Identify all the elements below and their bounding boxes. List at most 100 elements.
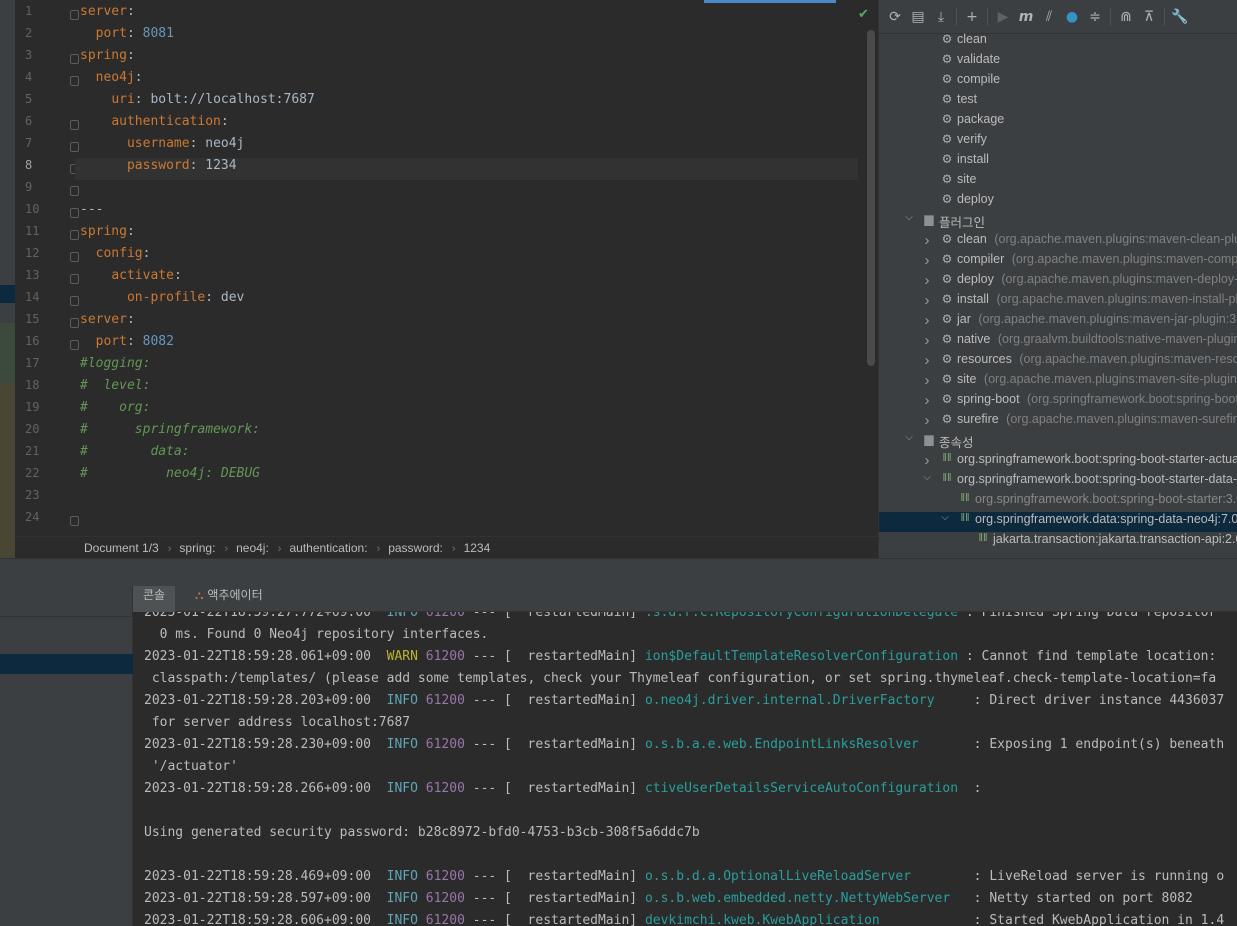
fold-marker-icon[interactable] — [70, 516, 79, 526]
plugin-jar[interactable]: › ⚙ jar (org.apache.maven.plugins:maven-ja… — [879, 312, 1237, 332]
fold-marker-icon[interactable] — [70, 186, 79, 196]
chevron-down-icon[interactable]: ⌵ — [903, 212, 915, 223]
fold-marker-icon[interactable] — [70, 142, 79, 152]
tab-actuator[interactable]: ⛬ 액추에이터 — [185, 586, 273, 612]
fold-marker-icon[interactable] — [70, 274, 79, 284]
lifecycle-goal-verify[interactable]: ⚙ verify — [879, 132, 1237, 152]
breadcrumb-item[interactable]: neo4j: — [236, 541, 269, 555]
dependency-item[interactable]: ⌵ ‖‖ org.springframework.boot:spring-boot-… — [879, 472, 1237, 492]
tab-console[interactable]: 콘솔 — [133, 586, 176, 612]
code-line[interactable]: server: — [80, 312, 858, 334]
code-line[interactable]: # springframework: — [80, 422, 858, 444]
editor-scrollbar[interactable] — [867, 30, 875, 366]
add-folder-icon[interactable]: ▤ — [908, 6, 928, 28]
code-line[interactable]: spring: — [80, 48, 858, 70]
settings-wrench-icon[interactable]: 🔧 — [1170, 6, 1190, 28]
code-area[interactable]: server: port: 8081 spring: neo4j: uri: bo… — [75, 4, 858, 532]
breadcrumb-item[interactable]: Document 1/3 — [84, 541, 159, 555]
dependency-item[interactable]: › ‖‖ org.springframework.boot:spring-boot-… — [879, 452, 1237, 472]
lifecycle-goal-compile[interactable]: ⚙ compile — [879, 72, 1237, 92]
code-line[interactable] — [80, 180, 858, 202]
reload-icon[interactable]: ⟳ — [885, 6, 905, 28]
inspection-ok-icon[interactable]: ✔ — [858, 8, 872, 22]
code-line[interactable]: activate: — [80, 268, 858, 290]
chevron-right-icon[interactable]: › — [921, 352, 933, 369]
breadcrumb-item[interactable]: 1234 — [464, 541, 491, 555]
fold-marker-icon[interactable] — [70, 318, 79, 328]
dependency-item[interactable]: ⌵ ‖‖ org.springframework.data:spring-data-… — [879, 512, 1237, 532]
panel-divider[interactable] — [0, 558, 1237, 586]
dependencies-folder[interactable]: ⌵ ▆ 종속성 — [879, 432, 1237, 452]
chevron-down-icon[interactable]: ⌵ — [921, 472, 933, 483]
code-line[interactable]: password: 1234 — [75, 158, 858, 180]
code-line[interactable]: authentication: — [80, 114, 858, 136]
code-line[interactable]: port: 8082 — [80, 334, 858, 356]
code-line[interactable]: # neo4j: DEBUG — [80, 466, 858, 488]
code-line[interactable]: --- — [80, 202, 858, 224]
code-editor[interactable]: ✔ 1 2 3 4 5 6 7 8 9 10 11 12 13 14 15 16 17 18 19 20 21 22 23 2… — [15, 0, 878, 536]
breadcrumb-item[interactable]: password: — [388, 541, 443, 555]
chevron-right-icon[interactable]: › — [921, 312, 933, 329]
lifecycle-goal-clean[interactable]: ⚙ clean — [879, 32, 1237, 52]
chevron-right-icon[interactable]: › — [921, 452, 933, 469]
fold-marker-icon[interactable] — [70, 252, 79, 262]
plugin-surefire[interactable]: › ⚙ surefire (org.apache.maven.plugins:mav… — [879, 412, 1237, 432]
breadcrumb-item[interactable]: spring: — [179, 541, 215, 555]
code-line[interactable]: spring: — [80, 224, 858, 246]
fold-marker-icon[interactable] — [70, 230, 79, 240]
lifecycle-goal-install[interactable]: ⚙ install — [879, 152, 1237, 172]
lifecycle-goal-site[interactable]: ⚙ site — [879, 172, 1237, 192]
code-line[interactable] — [80, 510, 858, 532]
chevron-right-icon[interactable]: › — [921, 232, 933, 249]
breadcrumb-item[interactable]: authentication: — [289, 541, 367, 555]
plugin-site[interactable]: › ⚙ site (org.apache.maven.plugins:maven-s… — [879, 372, 1237, 392]
plugin-compiler[interactable]: › ⚙ compiler (org.apache.maven.plugins:mav… — [879, 252, 1237, 272]
dependency-item[interactable]: ‖‖ org.springframework.boot:spring-boot-s… — [879, 492, 1237, 512]
code-line[interactable]: server: — [80, 4, 858, 26]
dependency-item[interactable]: ‖‖ jakarta.transaction:jakarta.transactio… — [879, 532, 1237, 552]
selected-service-row[interactable] — [0, 654, 133, 674]
chevron-right-icon[interactable]: › — [921, 332, 933, 349]
run-icon[interactable]: ▶ — [993, 6, 1013, 28]
skip-tests-icon[interactable]: ● — [1062, 6, 1082, 28]
code-line[interactable]: port: 8081 — [80, 26, 858, 48]
code-line[interactable]: config: — [80, 246, 858, 268]
chevron-down-icon[interactable]: ⌵ — [939, 512, 951, 523]
lifecycle-goal-deploy[interactable]: ⚙ deploy — [879, 192, 1237, 212]
code-line[interactable] — [80, 488, 858, 510]
plugin-deploy[interactable]: › ⚙ deploy (org.apache.maven.plugins:maven… — [879, 272, 1237, 292]
chevron-down-icon[interactable]: ⌵ — [903, 432, 915, 443]
chevron-right-icon[interactable]: › — [921, 252, 933, 269]
code-line[interactable]: # org: — [80, 400, 858, 422]
download-icon[interactable]: ⤓ — [931, 6, 951, 28]
lifecycle-goal-validate[interactable]: ⚙ validate — [879, 52, 1237, 72]
chevron-right-icon[interactable]: › — [921, 292, 933, 309]
plugin-resources[interactable]: › ⚙ resources (org.apache.maven.plugins:ma… — [879, 352, 1237, 372]
lifecycle-goal-package[interactable]: ⚙ package — [879, 112, 1237, 132]
plugin-install[interactable]: › ⚙ install (org.apache.maven.plugins:mave… — [879, 292, 1237, 312]
show-diagram-icon[interactable]: ⊼ — [1139, 6, 1159, 28]
chevron-right-icon[interactable]: › — [921, 392, 933, 409]
add-icon[interactable]: + — [962, 6, 982, 28]
code-line[interactable]: neo4j: — [80, 70, 858, 92]
fold-marker-icon[interactable] — [70, 54, 79, 64]
fold-marker-icon[interactable] — [70, 296, 79, 306]
plugin-clean[interactable]: › ⚙ clean (org.apache.maven.plugins:maven-… — [879, 232, 1237, 252]
chevron-right-icon[interactable]: › — [921, 412, 933, 429]
fold-marker-icon[interactable] — [70, 340, 79, 350]
plugin-spring-boot[interactable]: › ⚙ spring-boot (org.springframework.boot:… — [879, 392, 1237, 412]
maven-goal-icon[interactable]: m — [1016, 6, 1036, 28]
collapse-icon[interactable]: ≑ — [1085, 6, 1105, 28]
fold-marker-icon[interactable] — [70, 76, 79, 86]
fold-marker-icon[interactable] — [70, 208, 79, 218]
plugins-folder[interactable]: ⌵ ▆ 플러그인 — [879, 212, 1237, 232]
chevron-right-icon[interactable]: › — [921, 372, 933, 389]
toggle-offline-icon[interactable]: ⫽ — [1039, 6, 1059, 28]
code-line[interactable]: #logging: — [80, 356, 858, 378]
lifecycle-goal-test[interactable]: ⚙ test — [879, 92, 1237, 112]
code-line[interactable]: username: neo4j — [80, 136, 858, 158]
code-line[interactable]: # level: — [80, 378, 858, 400]
console-output[interactable]: 2023-01-22T18:59:27.772+09:00 INFO 61200… — [133, 612, 1237, 926]
code-line[interactable]: on-profile: dev — [80, 290, 858, 312]
dependency-analyzer-icon[interactable]: ⋒ — [1116, 6, 1136, 28]
